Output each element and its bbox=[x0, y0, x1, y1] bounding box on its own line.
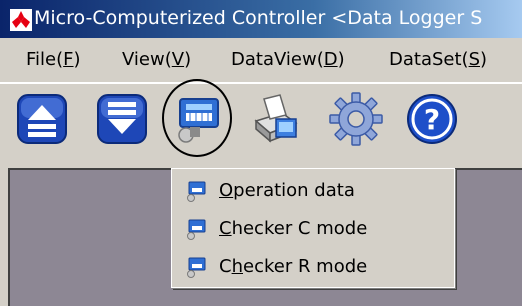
menu-item-prefix: C bbox=[219, 256, 232, 277]
menu-dataset[interactable]: DataSet(S) bbox=[389, 47, 487, 73]
menu-item-text: peration data bbox=[233, 180, 355, 201]
menu-file-accel: F bbox=[63, 49, 74, 70]
help-button[interactable]: ? bbox=[402, 89, 462, 149]
menu-dataset-tail: ) bbox=[480, 49, 488, 70]
application-window: Micro-Computerized Controller <Data Logg… bbox=[0, 0, 522, 306]
toolbar: ? bbox=[0, 79, 522, 170]
menu-item-text: ecker R mode bbox=[243, 256, 368, 277]
eject-down-button[interactable] bbox=[92, 89, 152, 149]
menu-file-label: File( bbox=[26, 49, 64, 70]
menu-item-checker-r-mode[interactable]: Checker R mode bbox=[172, 249, 454, 285]
menu-dataview[interactable]: DataView(D) bbox=[231, 47, 345, 73]
computer-keyboard-icon bbox=[187, 257, 206, 278]
menu-item-label: Operation data bbox=[219, 178, 355, 204]
title-bar[interactable]: Micro-Computerized Controller <Data Logg… bbox=[0, 0, 522, 38]
menu-item-checker-c-mode[interactable]: Checker C mode bbox=[172, 211, 454, 247]
menu-item-accel: h bbox=[231, 256, 243, 277]
menu-view[interactable]: View(V) bbox=[122, 47, 191, 73]
eject-up-button[interactable] bbox=[12, 89, 72, 149]
computer-keyboard-icon bbox=[187, 181, 206, 202]
svg-text:?: ? bbox=[424, 103, 440, 136]
help-icon: ? bbox=[407, 94, 457, 144]
eject-up-icon bbox=[17, 94, 67, 144]
menu-item-accel: C bbox=[219, 218, 232, 239]
menu-item-accel: O bbox=[219, 180, 234, 201]
menu-file-tail: ) bbox=[73, 49, 81, 70]
menu-dataview-accel: D bbox=[323, 49, 338, 70]
window-title: Micro-Computerized Controller <Data Logg… bbox=[34, 7, 483, 29]
menu-dataview-label: DataView( bbox=[231, 49, 324, 70]
print-button[interactable] bbox=[246, 89, 306, 149]
printer-icon bbox=[254, 94, 298, 143]
dataview-dropdown-menu: Operation data Checker C mode Checker R … bbox=[171, 168, 455, 288]
computer-keyboard-icon bbox=[187, 219, 206, 240]
highlight-circle bbox=[162, 79, 232, 157]
gear-icon bbox=[329, 92, 383, 146]
menu-item-label: Checker R mode bbox=[219, 254, 367, 280]
eject-down-icon bbox=[97, 94, 147, 144]
menu-dataview-tail: ) bbox=[337, 49, 345, 70]
menu-file[interactable]: File(F) bbox=[26, 47, 81, 73]
menu-view-tail: ) bbox=[184, 49, 192, 70]
menu-item-label: Checker C mode bbox=[219, 216, 367, 242]
menu-bar: File(F) View(V) DataView(D) DataSet(S) bbox=[0, 38, 522, 83]
mitsubishi-logo-icon bbox=[10, 9, 32, 31]
menu-dataset-label: DataSet( bbox=[389, 49, 469, 70]
menu-view-accel: V bbox=[171, 49, 185, 70]
menu-dataset-accel: S bbox=[468, 49, 480, 70]
menu-view-label: View( bbox=[122, 49, 172, 70]
menu-item-operation-data[interactable]: Operation data bbox=[172, 173, 454, 209]
settings-button[interactable] bbox=[326, 89, 386, 149]
menu-item-text: hecker C mode bbox=[231, 218, 368, 239]
